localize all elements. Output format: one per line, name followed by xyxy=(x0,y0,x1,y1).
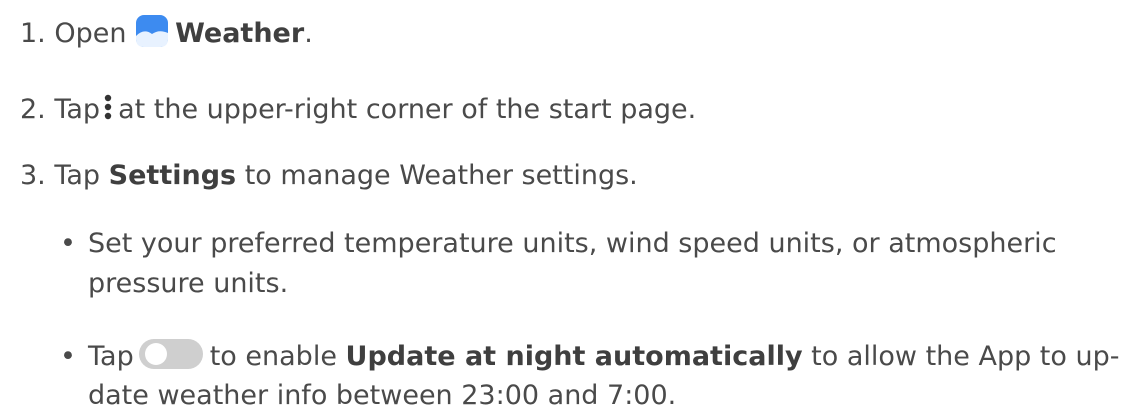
bullet-1-cont: pressure units. xyxy=(88,266,288,302)
update-at-night-label: Update at night automatically xyxy=(345,341,803,372)
step-number: 2. xyxy=(20,94,46,125)
weather-app-icon xyxy=(135,14,169,48)
step-number: 3. xyxy=(20,160,46,191)
step-1: 1. Open Weather. xyxy=(20,14,313,52)
bullet-text: pressure units. xyxy=(88,268,289,299)
bullet-text: to allow the App to up- xyxy=(811,341,1120,372)
step-text-end: to manage Weather settings. xyxy=(244,160,638,191)
step-text: Open xyxy=(54,18,127,49)
step-3: 3. Tap Settings to manage Weather settin… xyxy=(20,158,638,194)
bullet-text: date weather info between 23:00 and 7:00… xyxy=(88,380,677,411)
bullet-dot: • xyxy=(60,341,76,372)
settings-label: Settings xyxy=(108,160,237,191)
bullet-text: Tap xyxy=(88,341,134,372)
step-text: Tap xyxy=(54,94,101,125)
step-2: 2. Tap at the upper-right corner of the … xyxy=(20,92,696,128)
bullet-2: • Tap to enable Update at night automatic… xyxy=(60,338,1119,375)
step-text: Tap xyxy=(54,160,101,191)
bullet-text: Set your preferred temperature units, wi… xyxy=(88,228,1057,259)
weather-label: Weather xyxy=(175,18,305,49)
more-vertical-icon xyxy=(102,92,114,122)
toggle-switch-icon xyxy=(138,338,204,370)
bullet-2-cont: date weather info between 23:00 and 7:00… xyxy=(88,378,676,414)
bullet-text: to enable xyxy=(209,341,337,372)
step-number: 1. xyxy=(20,18,46,49)
step-text-end: at the upper-right corner of the start p… xyxy=(118,94,697,125)
bullet-1: • Set your preferred temperature units, w… xyxy=(60,226,1057,262)
bullet-dot: • xyxy=(60,228,76,259)
step-text-end: . xyxy=(304,18,313,49)
